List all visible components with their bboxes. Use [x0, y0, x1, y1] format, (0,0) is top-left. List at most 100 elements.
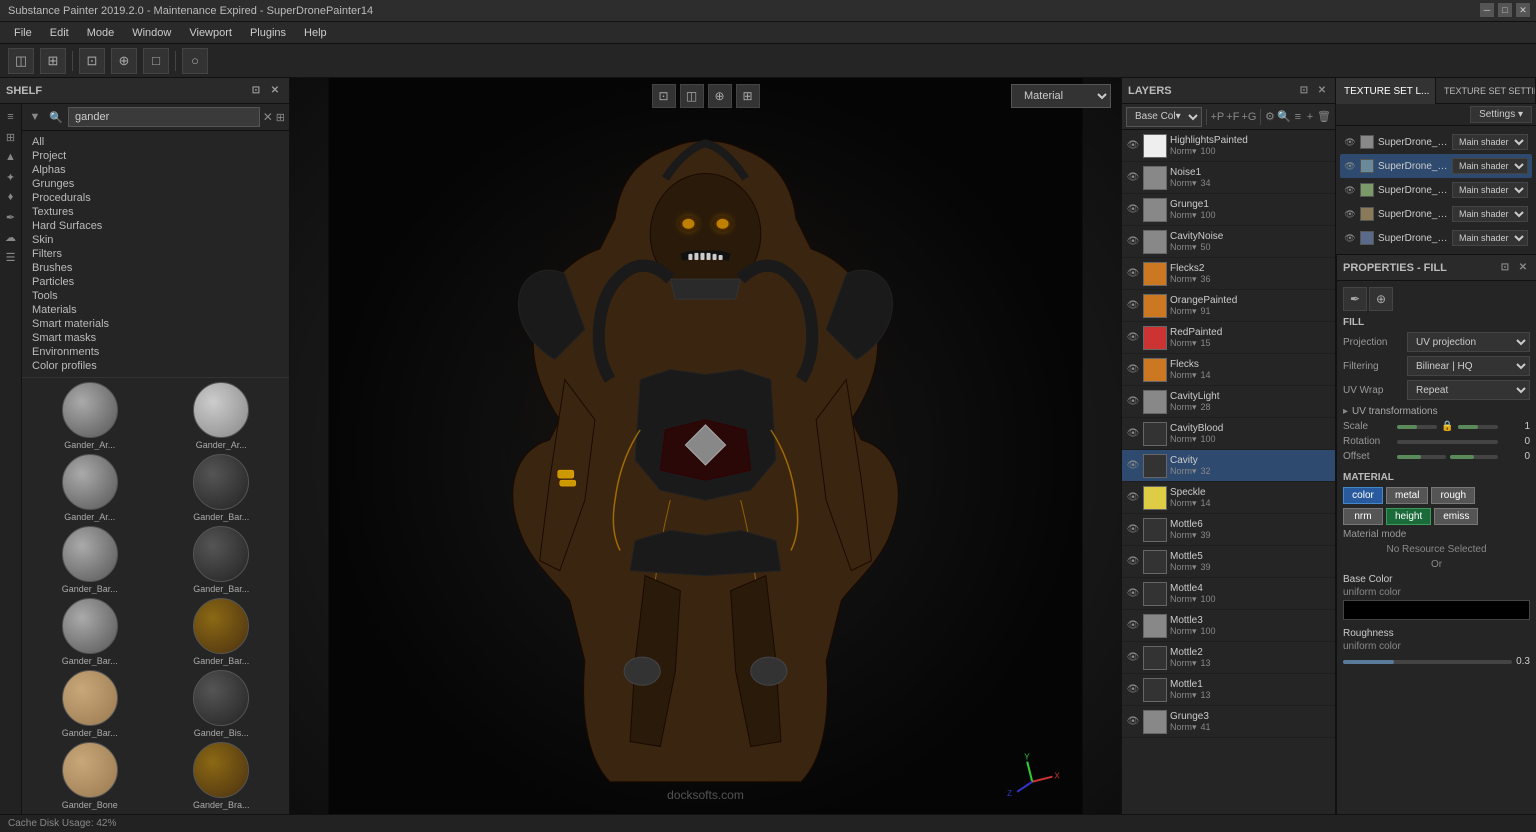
layer-item-17[interactable]: 👁Mottle1Norm▾13	[1122, 674, 1335, 706]
layer-item-4[interactable]: 👁Flecks2Norm▾36	[1122, 258, 1335, 290]
layer-vis-9[interactable]: 👁	[1126, 427, 1140, 441]
rotation-slider[interactable]	[1397, 440, 1498, 444]
shelf-item-10[interactable]: Gander_Bone	[26, 742, 154, 810]
maximize-button[interactable]: □	[1498, 3, 1512, 17]
ts-vis-2[interactable]: 👁	[1344, 184, 1356, 196]
mat-height-button[interactable]: height	[1386, 508, 1431, 525]
shelf-float-button[interactable]: ⊡	[248, 83, 264, 99]
props-close-button[interactable]: ✕	[1516, 261, 1530, 275]
layer-vis-1[interactable]: 👁	[1126, 171, 1140, 185]
layer-item-0[interactable]: 👁HighlightsPaintedNorm▾100	[1122, 130, 1335, 162]
shelf-cat-filters[interactable]: Filters	[28, 247, 283, 261]
layers-float-button[interactable]: ⊡	[1297, 84, 1311, 98]
shelf-item-8[interactable]: Gander_Bar...	[26, 670, 154, 738]
shelf-item-3[interactable]: Gander_Bar...	[158, 454, 286, 522]
shelf-close-button[interactable]: ✕	[267, 83, 283, 99]
toolbar-square[interactable]: □	[143, 48, 169, 74]
layer-vis-2[interactable]: 👁	[1126, 203, 1140, 217]
texture-set-list-tab[interactable]: TEXTURE SET L...	[1336, 78, 1436, 104]
ts-item-0[interactable]: 👁SuperDrone_ArmourMain shader	[1340, 130, 1532, 154]
mat-nrm-button[interactable]: nrm	[1343, 508, 1383, 525]
layer-vis-4[interactable]: 👁	[1126, 267, 1140, 281]
viewport[interactable]: X Y Z docksofts.com ⊡ ◫ ⊕ ⊞ Material	[290, 78, 1121, 832]
texture-set-settings-tab[interactable]: TEXTURE SET SETTIN...	[1436, 78, 1536, 104]
close-button[interactable]: ✕	[1516, 3, 1530, 17]
menu-item-plugins[interactable]: Plugins	[242, 25, 294, 41]
nav-icon-4[interactable]: ✦	[2, 168, 20, 186]
viewport-icon-cam4[interactable]: ⊞	[736, 84, 760, 108]
nav-icon-1[interactable]: ≡	[2, 108, 20, 126]
toolbar-pivot[interactable]: ⊕	[111, 48, 137, 74]
toolbar-circle[interactable]: ○	[182, 48, 208, 74]
layers-search[interactable]: 🔍	[1277, 107, 1291, 127]
toolbar-list-view[interactable]: ⊞	[40, 48, 66, 74]
shelf-cat-project[interactable]: Project	[28, 149, 283, 163]
scale-slider-track[interactable]	[1397, 425, 1437, 429]
material-dropdown[interactable]: Material	[1011, 84, 1111, 108]
shelf-cat-grunges[interactable]: Grunges	[28, 177, 283, 191]
base-color-swatch[interactable]	[1343, 600, 1530, 620]
menu-item-file[interactable]: File	[6, 25, 40, 41]
shelf-cat-tools[interactable]: Tools	[28, 289, 283, 303]
shelf-cat-skin[interactable]: Skin	[28, 233, 283, 247]
layer-item-9[interactable]: 👁CavityBloodNorm▾100	[1122, 418, 1335, 450]
nav-icon-7[interactable]: ☁	[2, 228, 20, 246]
layer-item-13[interactable]: 👁Mottle5Norm▾39	[1122, 546, 1335, 578]
shelf-cat-materials[interactable]: Materials	[28, 303, 283, 317]
shelf-cat-smart-materials[interactable]: Smart materials	[28, 317, 283, 331]
ts-vis-0[interactable]: 👁	[1344, 136, 1356, 148]
nav-icon-6[interactable]: ✒	[2, 208, 20, 226]
shelf-item-2[interactable]: Gander_Ar...	[26, 454, 154, 522]
mat-rough-button[interactable]: rough	[1431, 487, 1475, 504]
menu-item-window[interactable]: Window	[124, 25, 179, 41]
offset-slider-x[interactable]	[1397, 455, 1446, 459]
layers-close-button[interactable]: ✕	[1315, 84, 1329, 98]
shelf-cat-particles[interactable]: Particles	[28, 275, 283, 289]
nav-icon-3[interactable]: ▲	[2, 148, 20, 166]
toolbar-grid-view[interactable]: ◫	[8, 48, 34, 74]
shelf-item-9[interactable]: Gander_Bis...	[158, 670, 286, 738]
layer-item-1[interactable]: 👁Noise1Norm▾34	[1122, 162, 1335, 194]
shelf-item-11[interactable]: Gander_Bra...	[158, 742, 286, 810]
layer-item-14[interactable]: 👁Mottle4Norm▾100	[1122, 578, 1335, 610]
ts-item-1[interactable]: 👁SuperDrone_BodyMain shader	[1340, 154, 1532, 178]
layer-vis-7[interactable]: 👁	[1126, 363, 1140, 377]
viewport-icon-cam1[interactable]: ⊡	[652, 84, 676, 108]
shelf-cat-smart-masks[interactable]: Smart masks	[28, 331, 283, 345]
add-paint-layer[interactable]: +P	[1211, 107, 1225, 127]
nav-icon-8[interactable]: ☰	[2, 248, 20, 266]
layer-vis-12[interactable]: 👁	[1126, 523, 1140, 537]
layer-item-10[interactable]: 👁CavityNorm▾32	[1122, 450, 1335, 482]
viewport-icon-cam2[interactable]: ◫	[680, 84, 704, 108]
layer-item-18[interactable]: 👁Grunge3Norm▾41	[1122, 706, 1335, 738]
roughness-slider[interactable]	[1343, 660, 1512, 664]
shelf-item-6[interactable]: Gander_Bar...	[26, 598, 154, 666]
projection-dropdown[interactable]: UV projection	[1407, 332, 1530, 352]
nav-icon-2[interactable]: ⊞	[2, 128, 20, 146]
layer-item-6[interactable]: 👁RedPaintedNorm▾15	[1122, 322, 1335, 354]
shelf-filter-button[interactable]: ▼	[26, 108, 44, 126]
shelf-search-input[interactable]	[68, 107, 260, 127]
filtering-dropdown[interactable]: Bilinear | HQ	[1407, 356, 1530, 376]
viewport-icon-cam3[interactable]: ⊕	[708, 84, 732, 108]
layer-vis-0[interactable]: 👁	[1126, 139, 1140, 153]
settings-button[interactable]: Settings ▾	[1470, 106, 1532, 123]
menu-item-mode[interactable]: Mode	[79, 25, 123, 41]
layer-vis-18[interactable]: 👁	[1126, 715, 1140, 729]
ts-item-4[interactable]: 👁SuperDrone_PipesMain shader	[1340, 226, 1532, 250]
scale-lock-icon[interactable]: 🔒	[1441, 421, 1453, 432]
layer-vis-8[interactable]: 👁	[1126, 395, 1140, 409]
ts-vis-3[interactable]: 👁	[1344, 208, 1356, 220]
ts-shader-1[interactable]: Main shader	[1452, 158, 1528, 174]
fill-icon-paint[interactable]: ✒	[1343, 287, 1367, 311]
blend-mode-dropdown[interactable]: Base Col▾	[1126, 107, 1202, 127]
add-fill-layer[interactable]: +F	[1226, 107, 1239, 127]
shelf-cat-alphas[interactable]: Alphas	[28, 163, 283, 177]
layer-vis-13[interactable]: 👁	[1126, 555, 1140, 569]
layer-vis-3[interactable]: 👁	[1126, 235, 1140, 249]
layer-item-12[interactable]: 👁Mottle6Norm▾39	[1122, 514, 1335, 546]
layer-vis-11[interactable]: 👁	[1126, 491, 1140, 505]
layer-item-7[interactable]: 👁FlecksNorm▾14	[1122, 354, 1335, 386]
shelf-cat-procedurals[interactable]: Procedurals	[28, 191, 283, 205]
layer-item-16[interactable]: 👁Mottle2Norm▾13	[1122, 642, 1335, 674]
